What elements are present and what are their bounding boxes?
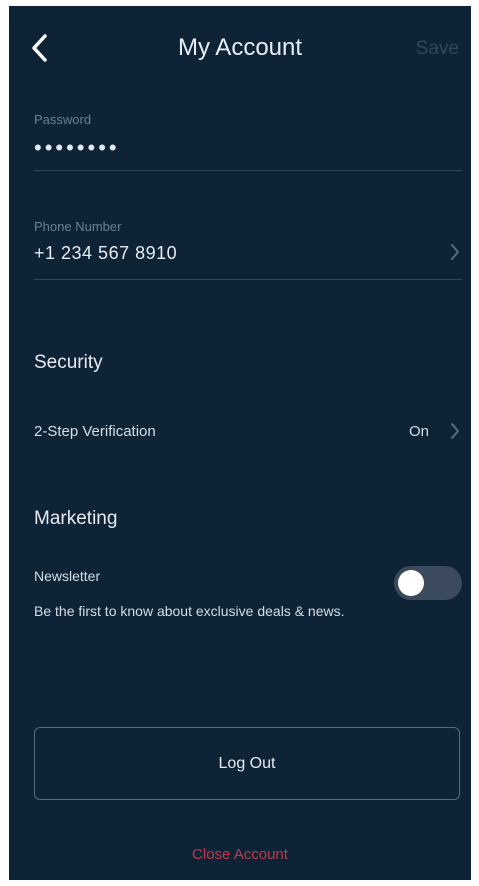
toggle-knob <box>398 570 424 596</box>
two-step-verification-label[interactable]: 2-Step Verification <box>34 423 156 440</box>
my-account-screen: My Account Save Password •••••••• Phone … <box>9 6 471 880</box>
phone-number-field[interactable]: +1 234 567 8910 <box>34 243 177 264</box>
password-field[interactable]: •••••••• <box>34 135 120 161</box>
two-step-verification-status[interactable]: On <box>409 423 429 440</box>
log-out-label: Log Out <box>218 754 276 772</box>
save-button[interactable]: Save <box>416 38 459 60</box>
newsletter-label: Newsletter <box>34 568 101 584</box>
phone-divider <box>34 279 462 280</box>
marketing-section-title: Marketing <box>34 508 118 529</box>
password-label: Password <box>34 112 92 127</box>
page-title: My Account <box>177 34 303 61</box>
security-section-title: Security <box>34 352 103 373</box>
phone-number-label: Phone Number <box>34 219 122 234</box>
newsletter-toggle[interactable] <box>394 566 462 600</box>
log-out-button[interactable]: Log Out <box>34 727 460 800</box>
two-step-chevron-right-icon[interactable] <box>450 422 460 445</box>
newsletter-description: Be the first to know about exclusive dea… <box>34 603 345 619</box>
password-divider <box>34 170 462 171</box>
phone-chevron-right-icon[interactable] <box>450 243 460 266</box>
close-account-link[interactable]: Close Account <box>9 846 471 863</box>
